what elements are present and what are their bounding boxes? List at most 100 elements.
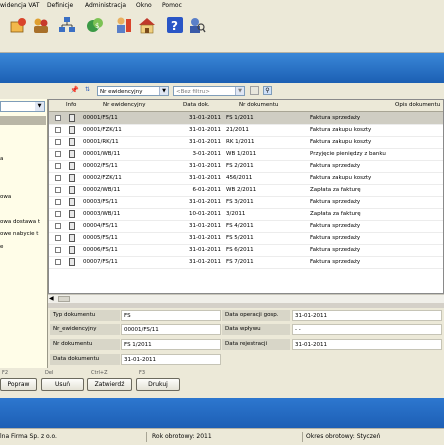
usun-button[interactable]: Usuń [41, 378, 84, 391]
row-checkbox[interactable] [55, 127, 61, 133]
chevron-down-icon[interactable]: ▼ [235, 87, 244, 95]
status-bar: lna Firma Sp. z o.o. Rok obrotowy: 2011 … [0, 428, 444, 445]
left-item-1[interactable]: a [0, 156, 46, 162]
cell-data-dok: 31-01-2011 [189, 223, 221, 229]
pin-icon[interactable]: 📌 [70, 86, 79, 94]
svg-text:?: ? [171, 19, 178, 33]
menu-item-administracja[interactable]: Administracja [85, 2, 126, 9]
cell-opis: Faktura zakupu koszty [310, 175, 372, 181]
data-wplywu-field[interactable]: - - [292, 324, 442, 335]
row-checkbox[interactable] [55, 139, 61, 145]
documents-table: Info Nr ewidencyjny Data dok. Nr dokumen… [48, 99, 444, 294]
cell-opis: Faktura zakupu koszty [310, 127, 372, 133]
search-person-icon[interactable] [188, 16, 206, 34]
search-icon[interactable]: ⚲ [263, 86, 272, 95]
row-checkbox[interactable] [55, 211, 61, 217]
cell-nr-dok: FS 1/2011 [226, 115, 254, 121]
col-header-nr-dok[interactable]: Nr dokumentu [239, 102, 278, 108]
shortcut-zatwierdz: Ctrl+Z [91, 370, 108, 376]
toolbar: $ ? [0, 12, 444, 53]
row-checkbox[interactable] [55, 235, 61, 241]
row-checkbox[interactable] [55, 163, 61, 169]
cell-opis: Faktura zakupu koszty [310, 139, 372, 145]
users-icon[interactable] [32, 16, 50, 34]
menu-item-definicje[interactable]: Definicje [47, 2, 73, 9]
cell-nr-ewid: 00007/FS/11 [83, 259, 118, 265]
cell-data-dok: 31-01-2011 [189, 199, 221, 205]
row-checkbox[interactable] [55, 223, 61, 229]
org-structure-icon[interactable] [58, 16, 76, 34]
document-icon [69, 174, 75, 182]
col-header-nr-ewid[interactable]: Nr ewidencyjny [103, 102, 145, 108]
document-icon [69, 150, 75, 158]
currency-icon[interactable]: $ [86, 16, 104, 34]
typ-dokumentu-field[interactable]: FS [121, 310, 221, 321]
nr-dokumentu-field[interactable]: FS 1/2011 [121, 339, 221, 350]
data-rejestracji-label: Data rejestracji [222, 339, 290, 350]
cell-nr-ewid: 00002/WB/11 [83, 187, 121, 193]
cell-nr-ewid: 00002/FS/11 [83, 163, 118, 169]
popraw-button[interactable]: Popraw [0, 378, 37, 391]
cell-data-dok: 31-01-2011 [189, 127, 221, 133]
document-icon [69, 246, 75, 254]
data-operacji-field[interactable]: 31-01-2011 [292, 310, 442, 321]
cell-data-dok: 31-01-2011 [189, 115, 221, 121]
cell-opis: Zapłata za fakturę [310, 187, 361, 193]
cell-nr-ewid: 00006/FS/11 [83, 247, 118, 253]
scroll-left-icon[interactable]: ◀ [49, 295, 54, 302]
chevron-down-icon[interactable]: ▼ [159, 87, 168, 95]
cell-nr-dok: 3/2011 [226, 211, 246, 217]
left-panel-selected-item[interactable] [0, 116, 46, 125]
nr-ewidencyjny-field[interactable]: 00001/FS/11 [121, 324, 221, 335]
employee-icon[interactable] [114, 16, 132, 34]
cell-nr-ewid: 00001/FZK/11 [83, 127, 122, 133]
menu-item-pomoc[interactable]: Pomoc [162, 2, 182, 9]
row-checkbox[interactable] [55, 175, 61, 181]
menu-item-ewidencja-vat[interactable]: widencja VAT [0, 2, 39, 9]
row-checkbox[interactable] [55, 115, 61, 121]
row-checkbox[interactable] [55, 151, 61, 157]
nr-dokumentu-label: Nr dokumentu [50, 339, 120, 350]
folder-icon[interactable] [250, 86, 259, 95]
cell-opis: Faktura sprzedaży [310, 199, 361, 205]
document-icon [69, 258, 75, 266]
col-header-info[interactable]: Info [66, 102, 76, 108]
col-header-opis[interactable]: Opis dokumentu [395, 102, 440, 108]
sort-field-select[interactable]: Nr ewidencyjny ▼ [97, 86, 169, 96]
cell-opis: Zapłata za fakturę [310, 211, 361, 217]
sort-icon[interactable]: ⇅ [85, 86, 90, 93]
cell-nr-dok: 456/2011 [226, 175, 253, 181]
data-wplywu-label: Data wpływu [222, 324, 290, 335]
cell-opis: Faktura sprzedaży [310, 259, 361, 265]
table-row[interactable]: 00007/FS/11 31-01-2011 FS 7/2011 Faktura sp… [49, 256, 443, 269]
left-item-2[interactable]: owa [0, 194, 46, 200]
zatwierdz-button[interactable]: Zatwierdź [87, 378, 132, 391]
header-band [0, 53, 444, 83]
row-checkbox[interactable] [55, 187, 61, 193]
menu-item-okno[interactable]: Okno [136, 2, 152, 9]
filter-select[interactable]: <Bez filtru> ▼ [173, 86, 245, 96]
cell-opis: Faktura sprzedaży [310, 115, 361, 121]
drukuj-button[interactable]: Drukuj [136, 378, 180, 391]
house-icon[interactable] [138, 16, 156, 34]
row-checkbox[interactable] [55, 247, 61, 253]
document-icon [69, 114, 75, 122]
cell-nr-dok: FS 2/2011 [226, 163, 254, 169]
document-icon [69, 210, 75, 218]
row-checkbox[interactable] [55, 259, 61, 265]
data-dokumentu-field[interactable]: 31-01-2011 [121, 354, 221, 365]
data-rejestracji-field[interactable]: 31-01-2011 [292, 339, 442, 350]
cell-data-dok: 3-01-2011 [192, 151, 221, 157]
row-checkbox[interactable] [55, 199, 61, 205]
left-panel-select[interactable]: ▼ [0, 101, 45, 112]
help-icon[interactable]: ? [166, 16, 184, 34]
left-item-4[interactable]: owe nabycie t [0, 231, 46, 237]
left-item-5[interactable]: e [0, 244, 46, 250]
scrollbar-thumb[interactable] [58, 296, 70, 302]
left-item-3[interactable]: owa dostawa t [0, 219, 46, 225]
status-period: Okres obrotowy: Styczeń [306, 433, 381, 440]
col-header-data-dok[interactable]: Data dok. [183, 102, 210, 108]
horizontal-scrollbar[interactable]: ◀ [48, 294, 444, 303]
contractors-icon[interactable] [10, 16, 28, 34]
chevron-down-icon[interactable]: ▼ [35, 102, 44, 111]
